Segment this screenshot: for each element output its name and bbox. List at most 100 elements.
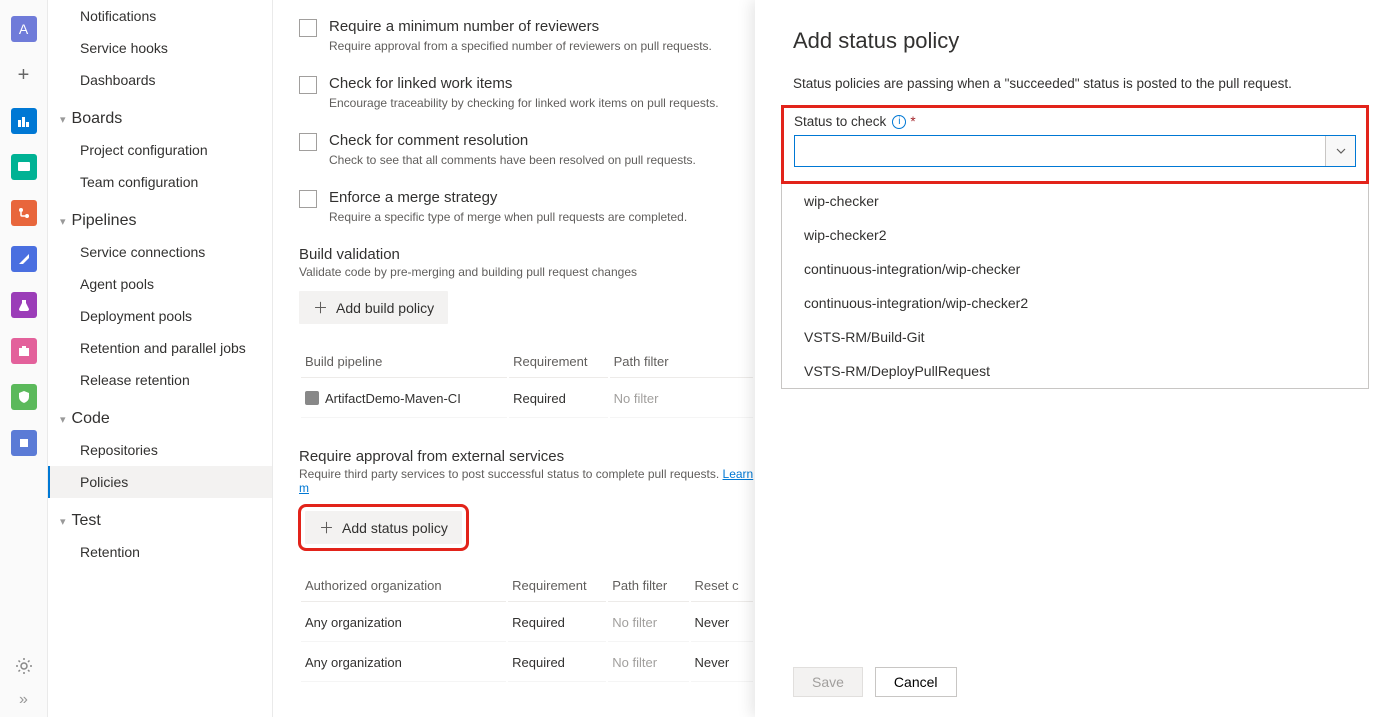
info-icon[interactable]: i (892, 115, 906, 129)
nav-service-connections[interactable]: Service connections (48, 236, 272, 268)
extension-icon[interactable] (11, 430, 37, 456)
project-initial: A (19, 21, 28, 37)
cell-req: Required (508, 644, 606, 682)
status-combobox[interactable] (794, 135, 1356, 167)
add-status-policy-button[interactable]: ＋ Add status policy (305, 511, 462, 544)
settings-icon[interactable] (15, 657, 33, 675)
status-option[interactable]: continuous-integration/wip-checker2 (782, 286, 1368, 320)
status-option[interactable]: continuous-integration/wip-checker (782, 252, 1368, 286)
external-services-desc: Require third party services to post suc… (299, 467, 755, 495)
nav-label: Project configuration (80, 142, 208, 158)
nav-label: Service hooks (80, 40, 168, 56)
settings-nav: Notifications Service hooks Dashboards ▾… (48, 0, 273, 717)
cell-filter: No filter (608, 644, 688, 682)
table-row[interactable]: ArtifactDemo-Maven-CI Required No filter (301, 380, 753, 418)
nav-project-configuration[interactable]: Project configuration (48, 134, 272, 166)
nav-label: Release retention (80, 372, 190, 388)
save-label: Save (812, 674, 844, 690)
status-dropdown: wip-checker wip-checker2 continuous-inte… (781, 184, 1369, 389)
panel-footer: Save Cancel (793, 653, 1357, 697)
boards-icon[interactable] (11, 154, 37, 180)
add-build-policy-button[interactable]: ＋ Add build policy (299, 291, 448, 324)
nav-team-configuration[interactable]: Team configuration (48, 166, 272, 198)
nav-notifications[interactable]: Notifications (48, 0, 272, 32)
nav-group-label: Pipelines (72, 212, 137, 230)
checkbox-merge-strategy[interactable] (299, 190, 317, 208)
compliance-icon[interactable] (11, 384, 37, 410)
cell-reset: Never (691, 604, 753, 642)
nav-group-code[interactable]: ▾ Code (48, 396, 272, 434)
status-input[interactable] (795, 136, 1325, 166)
status-table: Authorized organization Requirement Path… (299, 568, 755, 684)
option-label: continuous-integration/wip-checker (804, 261, 1020, 277)
nav-release-retention[interactable]: Release retention (48, 364, 272, 396)
add-status-label: Add status policy (342, 520, 448, 536)
table-row[interactable]: Any organization Required No filter Neve… (301, 604, 753, 642)
nav-policies[interactable]: Policies (48, 466, 272, 498)
checkbox-comment-resolution[interactable] (299, 133, 317, 151)
status-option[interactable]: VSTS-RM/DeployPullRequest (782, 354, 1368, 388)
status-field-label: Status to check i * (794, 114, 1356, 129)
option-label: wip-checker2 (804, 227, 886, 243)
project-avatar-icon[interactable]: A (11, 16, 37, 42)
panel-title: Add status policy (793, 28, 1357, 54)
add-icon[interactable]: + (11, 62, 37, 88)
nav-agent-pools[interactable]: Agent pools (48, 268, 272, 300)
nav-group-test[interactable]: ▾ Test (48, 498, 272, 536)
build-table: Build pipeline Requirement Path filter A… (299, 344, 755, 420)
option-label: wip-checker (804, 193, 879, 209)
chevron-down-icon[interactable] (1325, 136, 1355, 166)
checkbox-min-reviewers[interactable] (299, 19, 317, 37)
nav-dashboards[interactable]: Dashboards (48, 64, 272, 96)
cell-req: Required (508, 604, 606, 642)
nav-label: Policies (80, 474, 128, 490)
col-org: Authorized organization (301, 570, 506, 602)
checkbox-linked-items[interactable] (299, 76, 317, 94)
status-field-highlight: Status to check i * (781, 105, 1369, 184)
repos-icon[interactable] (11, 200, 37, 226)
status-option[interactable]: wip-checker2 (782, 218, 1368, 252)
overview-icon[interactable] (11, 108, 37, 134)
expand-icon[interactable]: » (19, 691, 28, 709)
nav-repositories[interactable]: Repositories (48, 434, 272, 466)
check-desc: Check to see that all comments have been… (329, 153, 696, 167)
nav-group-pipelines[interactable]: ▾Pipelines (48, 198, 272, 236)
nav-deployment-pools[interactable]: Deployment pools (48, 300, 272, 332)
pipeline-icon (305, 391, 319, 405)
check-title: Check for comment resolution (329, 132, 696, 149)
option-label: VSTS-RM/DeployPullRequest (804, 363, 990, 379)
cell-filter: No filter (608, 604, 688, 642)
nav-retention-parallel[interactable]: Retention and parallel jobs (48, 332, 272, 364)
table-row[interactable]: Any organization Required No filter Neve… (301, 644, 753, 682)
cancel-label: Cancel (894, 674, 938, 690)
pipelines-icon[interactable] (11, 246, 37, 272)
status-option[interactable]: wip-checker (782, 184, 1368, 218)
add-status-policy-panel: Add status policy Status policies are pa… (755, 0, 1395, 717)
external-services-heading: Require approval from external services (299, 448, 755, 465)
col-path-filter: Path filter (608, 570, 688, 602)
artifacts-icon[interactable] (11, 338, 37, 364)
field-label-text: Status to check (794, 114, 886, 129)
nav-group-label: Test (72, 512, 101, 530)
icon-rail: A + » (0, 0, 48, 717)
table-header-row: Authorized organization Requirement Path… (301, 570, 753, 602)
nav-service-hooks[interactable]: Service hooks (48, 32, 272, 64)
chevron-down-icon: ▾ (60, 413, 66, 426)
nav-group-boards[interactable]: ▾Boards (48, 96, 272, 134)
panel-desc: Status policies are passing when a "succ… (793, 76, 1357, 91)
nav-label: Agent pools (80, 276, 154, 292)
nav-label: Retention (80, 544, 140, 560)
required-indicator: * (910, 114, 915, 129)
cancel-button[interactable]: Cancel (875, 667, 957, 697)
col-path-filter: Path filter (610, 346, 753, 378)
save-button[interactable]: Save (793, 667, 863, 697)
chevron-down-icon: ▾ (60, 515, 66, 528)
testplans-icon[interactable] (11, 292, 37, 318)
status-option[interactable]: VSTS-RM/Build-Git (782, 320, 1368, 354)
nav-group-label: Code (72, 410, 110, 428)
col-requirement: Requirement (509, 346, 608, 378)
build-validation-heading: Build validation (299, 246, 755, 263)
nav-label: Dashboards (80, 72, 156, 88)
nav-test-retention[interactable]: Retention (48, 536, 272, 568)
check-title: Enforce a merge strategy (329, 189, 687, 206)
